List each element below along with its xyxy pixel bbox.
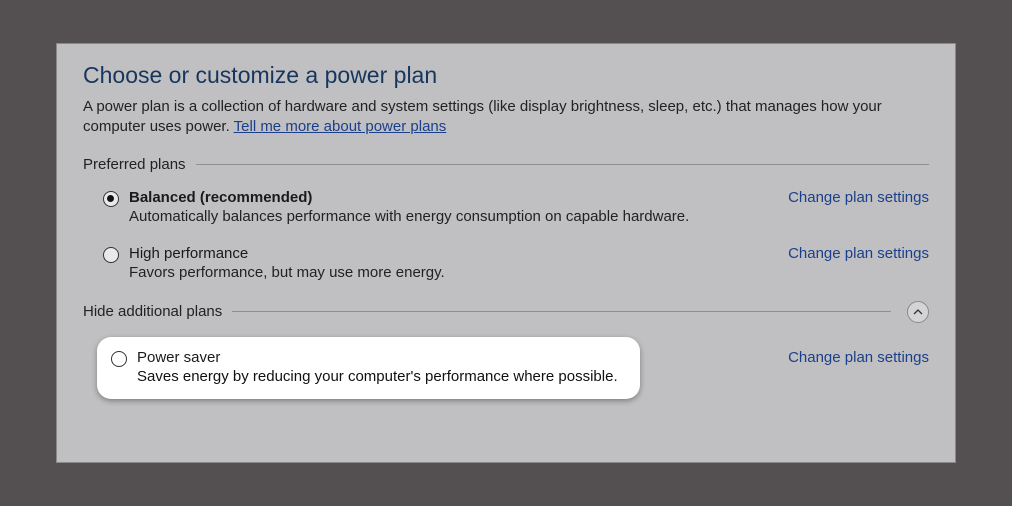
intro-text: A power plan is a collection of hardware… <box>83 97 929 138</box>
plan-desc: Saves energy by reducing your computer's… <box>137 368 618 385</box>
plan-power-saver-highlight: Power saver Saves energy by reducing you… <box>97 337 640 399</box>
plan-name: High performance <box>129 245 764 262</box>
plan-desc: Automatically balances performance with … <box>129 208 764 225</box>
change-plan-settings-link[interactable]: Change plan settings <box>788 349 929 366</box>
plan-body: Balanced (recommended) Automatically bal… <box>129 189 764 225</box>
page-title: Choose or customize a power plan <box>83 62 929 89</box>
preferred-plans-list: Balanced (recommended) Automatically bal… <box>83 183 929 295</box>
change-plan-settings-link[interactable]: Change plan settings <box>788 189 929 206</box>
plan-name: Balanced (recommended) <box>129 189 764 206</box>
divider <box>232 311 891 312</box>
divider <box>196 164 929 165</box>
intro-body: A power plan is a collection of hardware… <box>83 98 882 135</box>
plan-body: High performance Favors performance, but… <box>129 245 764 281</box>
plan-power-saver-row: Power saver Saves energy by reducing you… <box>103 333 929 401</box>
chevron-up-icon <box>913 307 923 317</box>
radio-power-saver[interactable] <box>111 351 127 367</box>
learn-more-link[interactable]: Tell me more about power plans <box>234 118 447 135</box>
additional-plans-header: Hide additional plans <box>83 301 929 323</box>
radio-balanced[interactable] <box>103 191 119 207</box>
additional-plans-label[interactable]: Hide additional plans <box>83 303 222 320</box>
radio-high-performance[interactable] <box>103 247 119 263</box>
plan-balanced: Balanced (recommended) Automatically bal… <box>103 183 929 239</box>
preferred-plans-label: Preferred plans <box>83 156 186 173</box>
plan-high-performance: High performance Favors performance, but… <box>103 239 929 295</box>
change-plan-settings-link[interactable]: Change plan settings <box>788 245 929 262</box>
additional-plans-list: Power saver Saves energy by reducing you… <box>83 333 929 401</box>
preferred-plans-header: Preferred plans <box>83 156 929 173</box>
collapse-additional-button[interactable] <box>907 301 929 323</box>
plan-desc: Favors performance, but may use more ene… <box>129 264 764 281</box>
plan-body: Power saver Saves energy by reducing you… <box>137 349 618 385</box>
plan-name: Power saver <box>137 349 618 366</box>
power-options-panel: Choose or customize a power plan A power… <box>56 43 956 463</box>
